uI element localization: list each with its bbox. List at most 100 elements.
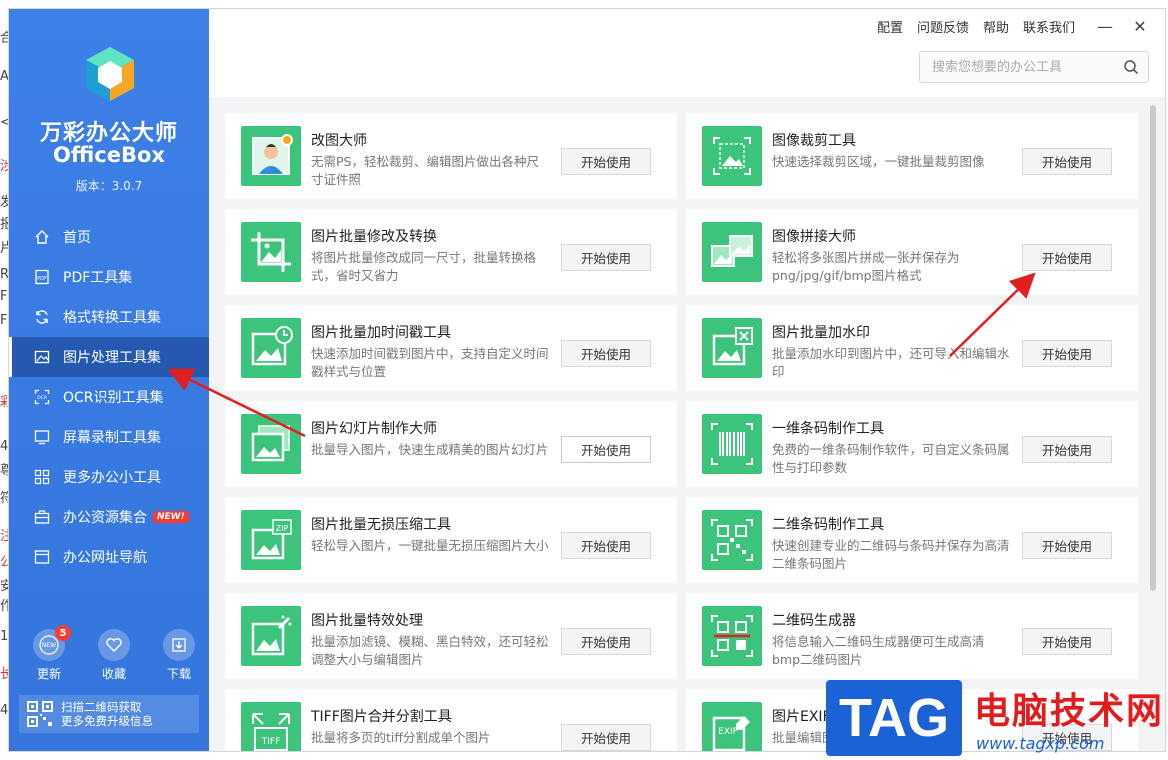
svg-text:EXIF: EXIF (718, 727, 738, 737)
tiff-icon: TIFF (241, 702, 301, 751)
tool-title: 图片EXIF (772, 709, 831, 725)
watermark-tag-logo: TAG (826, 680, 962, 756)
tool-desc: 批量将多页的tiff分割成单个图片 (311, 730, 491, 745)
favorite-button[interactable]: 收藏 (94, 629, 134, 682)
start-button[interactable]: 开始使用 (561, 724, 651, 751)
nav-label: OCR识别工具集 (63, 390, 164, 406)
tool-desc: 批量导入图片，快速生成精美的图片幻灯片 (311, 442, 549, 457)
start-button[interactable]: 开始使用 (561, 340, 651, 367)
search-icon[interactable] (1123, 59, 1139, 75)
tool-card-slideshow[interactable]: 图片幻灯片制作大师 批量导入图片，快速生成精美的图片幻灯片 开始使用 (225, 401, 677, 487)
top-links: 配置 问题反馈 帮助 联系我们 — ✕ (863, 17, 1147, 36)
start-button[interactable]: 开始使用 (561, 436, 651, 463)
close-button[interactable]: ✕ (1133, 17, 1147, 36)
tool-desc: 轻松将多张图片拼成一张并保存为png/jpg/gif/bmp图片格式 (772, 250, 960, 283)
nav-item-pdf[interactable]: PDF PDF工具集 (9, 257, 209, 297)
tool-card-compress[interactable]: ZIP 图片批量无损压缩工具 轻松导入图片，一键批量无损压缩图片大小 开始使用 (225, 497, 677, 583)
feedback-link[interactable]: 问题反馈 (917, 17, 969, 36)
tool-card-timestamp[interactable]: 图片批量加时间戳工具 快速添加时间戳到图片中，支持自定义时间戳样式与位置 开始使… (225, 305, 677, 391)
download-icon (163, 629, 195, 661)
tool-card-photo-editor[interactable]: 改图大师 无需PS，轻松裁剪、编辑图片做出各种尺寸证件照 开始使用 (225, 113, 677, 199)
scrollbar-thumb[interactable] (1150, 105, 1156, 591)
tool-card-watermark[interactable]: 图片批量加水印 批量添加水印到图片中，还可导入和编辑水印 开始使用 (686, 305, 1138, 391)
start-button[interactable]: 开始使用 (1022, 532, 1112, 559)
tool-title: 图片批量无损压缩工具 (311, 517, 451, 533)
qr-promo[interactable]: 扫描二维码获取 更多免费升级信息 (19, 695, 199, 733)
tool-card-tiff[interactable]: TIFF TIFF图片合并分割工具 批量将多页的tiff分割成单个图片 开始使用 (225, 689, 677, 751)
nav-label: 图片处理工具集 (63, 350, 161, 366)
browser-icon (33, 548, 51, 566)
download-button[interactable]: 下载 (159, 629, 199, 682)
nav-item-web-nav[interactable]: 办公网址导航 (9, 537, 209, 577)
tool-title: 图像裁剪工具 (772, 133, 856, 149)
qrcode-generator-icon (702, 606, 762, 666)
start-button[interactable]: 开始使用 (561, 148, 651, 175)
search-input[interactable] (920, 52, 1110, 82)
nav-item-home[interactable]: 首页 (9, 217, 209, 257)
start-button[interactable]: 开始使用 (1022, 436, 1112, 463)
nav-label: 更多办公小工具 (63, 470, 161, 486)
scrollbar[interactable] (1150, 105, 1156, 751)
nav-label: 办公网址导航 (63, 550, 147, 566)
tool-title: 图片批量加时间戳工具 (311, 325, 451, 341)
favorite-label: 收藏 (101, 667, 126, 681)
tool-title: 图片批量修改及转换 (311, 229, 437, 245)
nav-item-ocr[interactable]: OCR OCR识别工具集 (9, 377, 209, 417)
app-window: 万彩办公大师 OfficeBox 版本：3.0.7 首页 PDF PDF工具集 … (8, 8, 1166, 752)
tool-card-qrcode-generator[interactable]: 二维码生成器 将信息输入二维码生成器便可生成高清bmp二维码图片 开始使用 (686, 593, 1138, 679)
start-button[interactable]: 开始使用 (1022, 148, 1112, 175)
update-label: 更新 (36, 667, 61, 681)
screen-record-icon (33, 428, 51, 446)
sidebar: 万彩办公大师 OfficeBox 版本：3.0.7 首页 PDF PDF工具集 … (9, 9, 209, 751)
tool-grid: 改图大师 无需PS，轻松裁剪、编辑图片做出各种尺寸证件照 开始使用 图像裁剪工具… (209, 97, 1149, 751)
image-icon (33, 348, 51, 366)
tool-title: 二维条码制作工具 (772, 517, 884, 533)
contact-link[interactable]: 联系我们 (1023, 17, 1075, 36)
tool-title: 一维条码制作工具 (772, 421, 884, 437)
tool-title: 图片幻灯片制作大师 (311, 421, 437, 437)
start-button[interactable]: 开始使用 (561, 244, 651, 271)
update-button[interactable]: NEW 5 更新 (29, 625, 71, 682)
minimize-button[interactable]: — (1097, 17, 1113, 36)
nav-item-resources[interactable]: 办公资源集合 NEW! (9, 497, 209, 537)
barcode-icon (702, 414, 762, 474)
tool-card-qrcode-maker[interactable]: 二维条码制作工具 快速创建专业的二维码与条码并保存为高清二维条码图片 开始使用 (686, 497, 1138, 583)
ocr-icon: OCR (33, 388, 51, 406)
tool-desc: 快速添加时间戳到图片中，支持自定义时间戳样式与位置 (311, 346, 549, 379)
tool-card-barcode-1d[interactable]: 一维条码制作工具 免费的一维条码制作软件，可自定义条码属性与打印参数 开始使用 (686, 401, 1138, 487)
tool-desc: 免费的一维条码制作软件，可自定义条码属性与打印参数 (772, 442, 1010, 475)
crop-icon (702, 126, 762, 186)
start-button[interactable]: 开始使用 (561, 532, 651, 559)
slideshow-icon (241, 414, 301, 474)
tool-card-effects[interactable]: 图片批量特效处理 批量添加滤镜、模糊、黑白特效，还可轻松调整大小与编辑图片 开始… (225, 593, 677, 679)
settings-link[interactable]: 配置 (877, 17, 903, 36)
stitch-icon (702, 222, 762, 282)
tool-title: 二维码生成器 (772, 613, 856, 629)
nav-item-more-tools[interactable]: 更多办公小工具 (9, 457, 209, 497)
nav-item-image-tools[interactable]: 图片处理工具集 (9, 337, 209, 377)
exif-icon: EXIF (702, 702, 762, 751)
site-watermark: TAG 电脑技术网 www.tagxp.com (826, 678, 1168, 760)
tool-card-image-stitch[interactable]: 图像拼接大师 轻松将多张图片拼成一张并保存为png/jpg/gif/bmp图片格… (686, 209, 1138, 295)
home-icon (33, 228, 51, 246)
start-button[interactable]: 开始使用 (561, 628, 651, 655)
nav-item-screen-record[interactable]: 屏幕录制工具集 (9, 417, 209, 457)
promo-line-2: 更多免费升级信息 (61, 714, 153, 728)
help-link[interactable]: 帮助 (983, 17, 1009, 36)
svg-text:PDF: PDF (37, 276, 47, 282)
start-button[interactable]: 开始使用 (1022, 244, 1112, 271)
tool-title: 改图大师 (311, 133, 367, 149)
tool-card-image-crop[interactable]: 图像裁剪工具 快速选择裁剪区域，一键批量裁剪图像 开始使用 (686, 113, 1138, 199)
start-button[interactable]: 开始使用 (1022, 628, 1112, 655)
tool-title: 图片批量特效处理 (311, 613, 423, 629)
sidebar-nav: 首页 PDF PDF工具集 格式转换工具集 图片处理工具集 OCR OCR识别工… (9, 217, 209, 577)
tool-desc: 无需PS，轻松裁剪、编辑图片做出各种尺寸证件照 (311, 154, 539, 187)
update-count-badge: 5 (55, 625, 71, 641)
start-button[interactable]: 开始使用 (1022, 340, 1112, 367)
tool-card-batch-convert[interactable]: 图片批量修改及转换 将图片批量修改成同一尺寸，批量转换格式，省时又省力 开始使用 (225, 209, 677, 295)
timestamp-icon (241, 318, 301, 378)
tool-desc: 将图片批量修改成同一尺寸，批量转换格式，省时又省力 (311, 250, 537, 283)
watermark-icon (702, 318, 762, 378)
version-label: 版本：3.0.7 (75, 179, 143, 193)
nav-item-convert[interactable]: 格式转换工具集 (9, 297, 209, 337)
